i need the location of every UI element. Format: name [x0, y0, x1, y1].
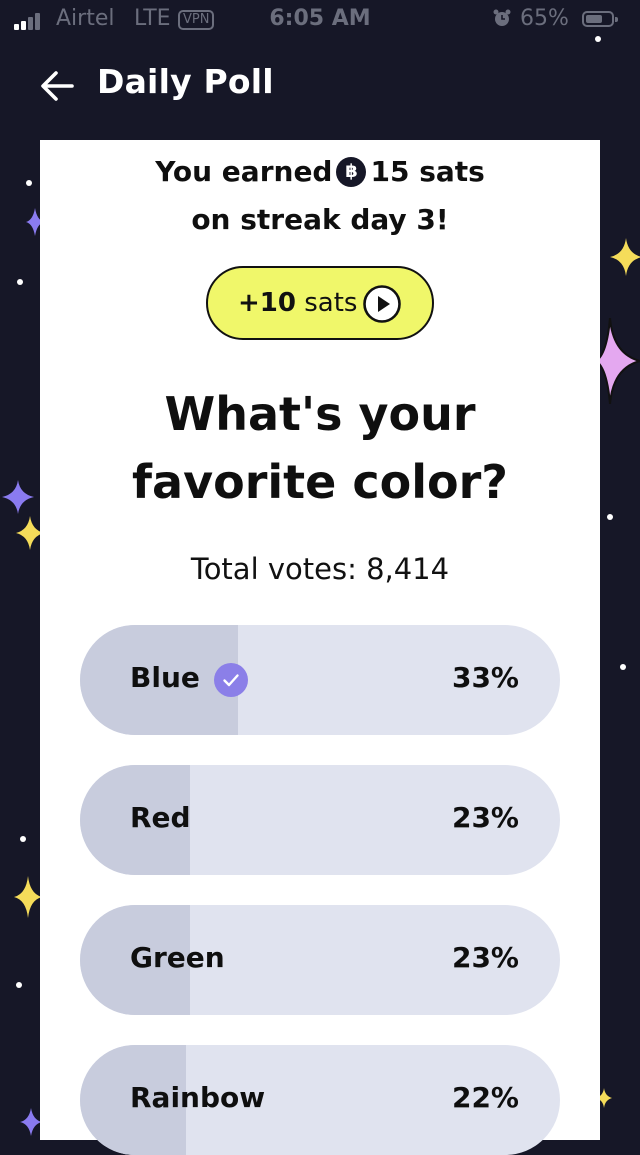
earned-message: You earned ฿ 15 sats on streak day 3! — [40, 148, 600, 244]
app-header: Daily Poll — [0, 52, 640, 116]
option-label: Blue — [130, 661, 200, 694]
sparkle-icon — [596, 318, 640, 404]
battery-icon — [582, 11, 618, 27]
poll-question: What's your favorite color? — [40, 380, 600, 516]
streak-text: on streak day 3! — [191, 203, 449, 236]
sparkle-icon — [20, 1108, 42, 1136]
bonus-sats-button[interactable]: +10 sats — [206, 266, 434, 340]
sparkle-icon — [610, 238, 640, 276]
page-title: Daily Poll — [97, 62, 274, 101]
star-dot — [620, 664, 626, 670]
star-dot — [26, 180, 32, 186]
alarm-icon — [493, 9, 511, 26]
question-line-1: What's your — [164, 387, 476, 441]
question-line-2: favorite color? — [132, 455, 508, 509]
earned-amount: 15 sats — [370, 155, 485, 188]
sparkle-icon — [14, 876, 42, 918]
play-icon — [363, 285, 401, 323]
poll-card: You earned ฿ 15 sats on streak day 3! +1… — [40, 140, 600, 1155]
bonus-unit: sats — [304, 288, 358, 318]
poll-option-green[interactable]: Green 23% — [80, 905, 560, 1015]
option-percent: 22% — [451, 1081, 519, 1114]
poll-option-red[interactable]: Red 23% — [80, 765, 560, 875]
back-button[interactable] — [36, 64, 80, 108]
option-label: Red — [130, 801, 191, 834]
option-percent: 33% — [451, 661, 519, 694]
star-dot — [595, 36, 601, 42]
status-bar: Airtel LTE VPN 6:05 AM 65% — [0, 0, 640, 40]
battery-percent: 65% — [520, 6, 569, 31]
poll-option-blue[interactable]: Blue 33% — [80, 625, 560, 735]
sats-coin-icon: ฿ — [336, 157, 367, 187]
star-dot — [20, 836, 26, 842]
bonus-label: +10 sats — [238, 288, 357, 318]
option-percent: 23% — [451, 801, 519, 834]
total-votes: Total votes: 8,414 — [190, 552, 450, 586]
option-label: Rainbow — [130, 1081, 266, 1114]
star-dot — [16, 982, 22, 988]
star-dot — [17, 279, 23, 285]
back-arrow-icon — [41, 71, 74, 101]
earned-prefix: You earned — [155, 155, 333, 188]
poll-option-rainbow[interactable]: Rainbow 22% — [80, 1045, 560, 1155]
option-percent: 23% — [451, 941, 519, 974]
option-label: Green — [130, 941, 225, 974]
selected-check-icon — [214, 663, 248, 697]
sparkle-icon — [2, 480, 34, 514]
bonus-amount: +10 — [238, 288, 296, 318]
star-dot — [607, 514, 613, 520]
